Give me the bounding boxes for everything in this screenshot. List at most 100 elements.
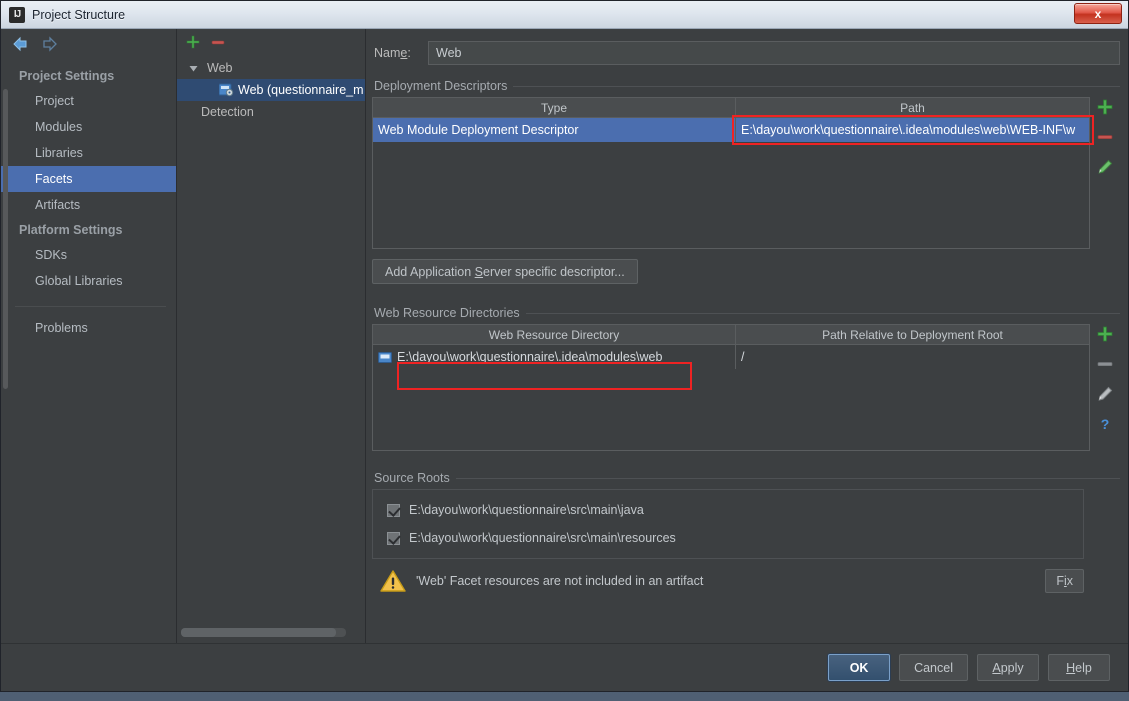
table-header: Web Resource Directory Path Relative to … [373, 325, 1089, 345]
sidebar-item-artifacts[interactable]: Artifacts [1, 192, 176, 218]
minus-icon[interactable] [1097, 129, 1113, 145]
window-title: Project Structure [32, 7, 126, 22]
sidebar-item-project[interactable]: Project [1, 88, 176, 114]
web-resource-directories-title: Web Resource Directories [372, 306, 1120, 320]
source-root-label: E:\dayou\work\questionnaire\src\main\res… [409, 531, 676, 545]
section-rule [455, 477, 1120, 479]
name-label: Name: [374, 46, 411, 60]
dialog-footer: OK Cancel Apply Help [1, 643, 1128, 691]
title-bar: IJ Project Structure x [1, 1, 1128, 29]
table-row[interactable]: Web Module Deployment Descriptor E:\dayo… [373, 118, 1089, 142]
tree-node-label: Detection [201, 105, 254, 119]
fix-button[interactable]: Fix [1045, 569, 1084, 593]
warning-row: 'Web' Facet resources are not included i… [372, 569, 1084, 593]
sidebar-item-problems[interactable]: Problems [1, 315, 176, 341]
tree-horizontal-scrollbar[interactable] [181, 628, 346, 637]
deployment-descriptors-toolbar [1090, 97, 1120, 249]
sidebar-scrollbar[interactable] [3, 89, 8, 389]
cell-web-resource-directory[interactable]: E:\dayou\work\questionnaire\.idea\module… [373, 345, 735, 369]
list-item[interactable]: E:\dayou\work\questionnaire\src\main\res… [373, 524, 1083, 552]
plus-icon[interactable] [1097, 326, 1113, 342]
add-application-server-descriptor-button[interactable]: Add Application Server specific descript… [372, 259, 638, 284]
table-row[interactable]: E:\dayou\work\questionnaire\.idea\module… [373, 345, 1089, 369]
plus-icon[interactable] [1097, 99, 1113, 115]
web-resource-directories-table-wrap: Web Resource Directory Path Relative to … [372, 324, 1120, 451]
sidebar-item-modules[interactable]: Modules [1, 114, 176, 140]
section-label: Source Roots [374, 471, 450, 485]
deployment-descriptors-table-wrap: Type Path Web Module Deployment Descript… [372, 97, 1120, 249]
source-roots-list: E:\dayou\work\questionnaire\src\main\jav… [372, 489, 1084, 559]
column-header-path[interactable]: Path [735, 98, 1089, 117]
section-label: Deployment Descriptors [374, 79, 508, 93]
folder-icon [378, 351, 392, 364]
sidebar-group-project-settings: Project Settings [19, 69, 115, 83]
source-root-checkbox[interactable] [387, 531, 400, 545]
tree-node-detection[interactable]: Detection [177, 101, 365, 123]
sidebar-item-libraries[interactable]: Libraries [1, 140, 176, 166]
add-descriptor-row: Add Application Server specific descript… [372, 259, 1120, 284]
table-empty-area [373, 369, 1089, 450]
name-row: Name: [372, 41, 1120, 65]
deployment-descriptors-section: Deployment Descriptors Type Path Web Mod… [372, 79, 1120, 284]
sidebar-item-facets[interactable]: Facets [1, 166, 176, 192]
source-roots-title: Source Roots [372, 471, 1120, 485]
tree-node-web-facet[interactable]: Web (questionnaire_m [177, 79, 365, 101]
tree-node-label: Web [207, 61, 233, 75]
apply-button[interactable]: Apply [977, 654, 1039, 681]
tree-node-label: Web (questionnaire_m [238, 83, 364, 97]
question-icon[interactable]: ? [1097, 416, 1113, 432]
sidebar-item-global-libraries[interactable]: Global Libraries [1, 268, 176, 294]
warning-triangle-icon [380, 569, 406, 593]
cell-path-relative[interactable]: / [735, 345, 1089, 369]
navigation-toolbar [1, 29, 176, 59]
list-item[interactable]: E:\dayou\work\questionnaire\src\main\jav… [373, 496, 1083, 524]
project-structure-dialog: IJ Project Structure x Project Settings … [0, 0, 1129, 692]
cell-descriptor-type[interactable]: Web Module Deployment Descriptor [373, 118, 735, 142]
intellij-idea-icon: IJ [9, 6, 25, 23]
web-resource-directories-table: Web Resource Directory Path Relative to … [372, 324, 1090, 451]
table-header: Type Path [373, 98, 1089, 118]
warning-text: 'Web' Facet resources are not included i… [416, 574, 704, 588]
section-rule [525, 312, 1120, 314]
settings-sidebar: Project Settings Project Modules Librari… [1, 29, 177, 643]
pencil-icon[interactable] [1097, 159, 1113, 175]
close-icon[interactable]: x [1074, 3, 1122, 24]
pencil-icon[interactable] [1097, 386, 1113, 402]
web-resource-directories-toolbar: ? [1090, 324, 1120, 451]
plus-icon[interactable] [186, 35, 200, 49]
web-facet-icon [218, 83, 234, 97]
source-root-label: E:\dayou\work\questionnaire\src\main\jav… [409, 503, 644, 517]
dialog-body: Project Settings Project Modules Librari… [1, 29, 1128, 643]
section-label: Web Resource Directories [374, 306, 520, 320]
forward-arrow-icon[interactable] [41, 35, 59, 53]
tree-node-web-group[interactable]: Web [177, 57, 365, 79]
desktop-background: IJ Project Structure x Project Settings … [0, 0, 1129, 701]
chevron-down-icon[interactable] [185, 64, 201, 73]
column-header-web-resource-directory[interactable]: Web Resource Directory [373, 325, 735, 344]
cancel-button[interactable]: Cancel [899, 654, 968, 681]
back-arrow-icon[interactable] [11, 35, 29, 53]
cell-descriptor-path[interactable]: E:\dayou\work\questionnaire\.idea\module… [735, 118, 1089, 142]
column-header-type[interactable]: Type [373, 98, 735, 117]
minus-icon[interactable] [1097, 356, 1113, 372]
deployment-descriptors-table: Type Path Web Module Deployment Descript… [372, 97, 1090, 249]
web-resource-directories-section: Web Resource Directories Web Resource Di… [372, 306, 1120, 451]
section-rule [513, 85, 1120, 87]
source-root-checkbox[interactable] [387, 503, 400, 517]
sidebar-list: Project Settings Project Modules Librari… [1, 59, 176, 643]
minus-icon[interactable] [211, 35, 225, 49]
deployment-descriptors-title: Deployment Descriptors [372, 79, 1120, 93]
ok-button[interactable]: OK [828, 654, 891, 681]
sidebar-item-sdks[interactable]: SDKs [1, 242, 176, 268]
cell-text: E:\dayou\work\questionnaire\.idea\module… [397, 350, 663, 364]
name-input[interactable] [428, 41, 1120, 65]
source-roots-section: Source Roots E:\dayou\work\questionnaire… [372, 471, 1120, 593]
help-button[interactable]: Help [1048, 654, 1110, 681]
sidebar-group-platform-settings: Platform Settings [19, 223, 123, 237]
facets-tree-toolbar [177, 29, 365, 55]
column-header-path-relative[interactable]: Path Relative to Deployment Root [735, 325, 1089, 344]
table-empty-area [373, 142, 1089, 248]
sidebar-divider [15, 306, 166, 307]
facet-editor-panel: Name: Deployment Descriptors Type Path [366, 29, 1128, 643]
facets-tree: Web Web (questionnaire_m Detection [177, 55, 365, 643]
